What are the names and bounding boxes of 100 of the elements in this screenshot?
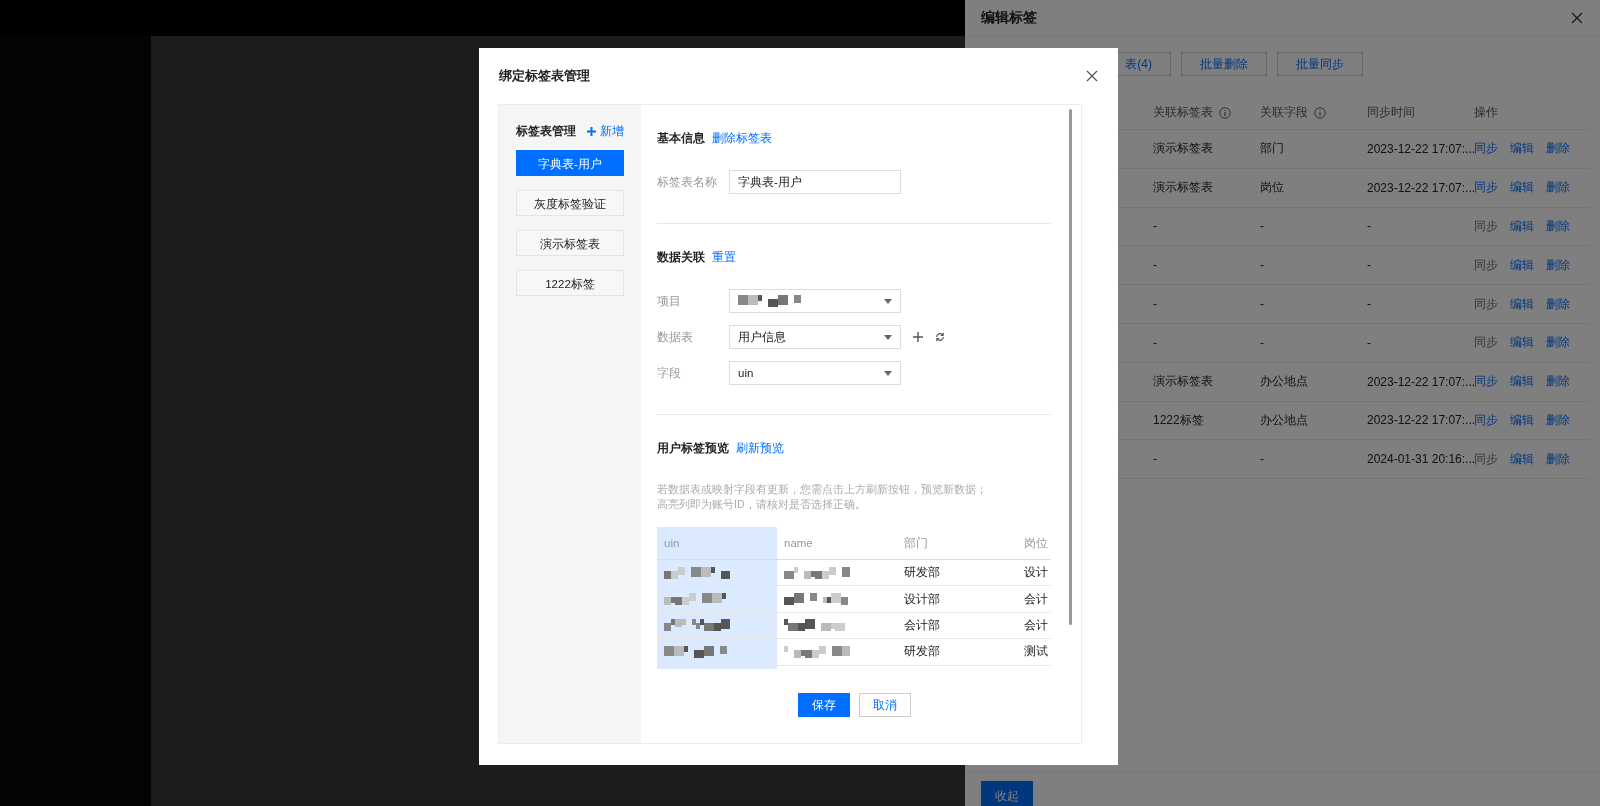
table-cell: 2024-01-31 20:16:... [1367, 452, 1474, 467]
column-header: 岗位 [1023, 535, 1049, 551]
tag-table-item[interactable]: 演示标签表 [516, 230, 624, 256]
table-cell-text: - [1260, 335, 1265, 350]
table-cell-text: - [1367, 219, 1372, 234]
action-link[interactable]: 同步 [1474, 373, 1498, 391]
table-cell-text: - [1153, 258, 1158, 273]
table-cell-text: - [1153, 219, 1158, 234]
refresh-icon[interactable] [935, 332, 945, 342]
column-header: 操作 [1474, 104, 1498, 121]
delete-table-link[interactable]: 删除标签表 [712, 130, 772, 146]
tag-table-item[interactable]: 灰度标签验证 [516, 190, 624, 216]
pixelated-value [664, 645, 730, 658]
info-icon[interactable] [1219, 106, 1231, 119]
pixelated-value [664, 566, 730, 579]
plus-icon [587, 126, 596, 136]
table-cell-text: 部门 [1260, 140, 1285, 158]
caret-down-icon [884, 334, 892, 340]
table-cell-text: 会计 [1023, 617, 1049, 633]
select-field[interactable]: uin [729, 361, 901, 385]
action-link[interactable]: 编辑 [1510, 179, 1534, 197]
cancel-button[interactable]: 取消 [858, 693, 911, 717]
table-cell-text: - [1367, 335, 1372, 350]
table-cell: 2023-12-22 17:07:... [1367, 413, 1474, 428]
section-heading: 基本信息 [657, 130, 705, 146]
toolbar-button[interactable]: 批量删除 [1181, 52, 1267, 76]
close-icon[interactable] [1086, 70, 1098, 82]
action-link[interactable]: 删除 [1546, 218, 1570, 235]
collapse-button[interactable]: 收起 [981, 781, 1033, 806]
dialog-title: 绑定标签表管理 [499, 67, 590, 85]
hint-text: 若数据表或映射字段有更新，您需点击上方刷新按钮，预览新数据； [657, 482, 988, 497]
select-field[interactable]: 用户信息 [729, 325, 901, 349]
table-cell-text: - [1367, 297, 1372, 312]
table-cell: 2023-12-22 17:07:... [1367, 141, 1474, 156]
action-link[interactable]: 删除 [1546, 179, 1570, 197]
column-header: 同步时间 [1367, 104, 1415, 121]
table-cell: 2023-12-22 17:07:... [1367, 374, 1474, 389]
table-cell-text: 1222标签 [1153, 411, 1205, 429]
tag-table-item[interactable]: 字典表-用户 [516, 150, 624, 176]
scrollbar-thumb[interactable] [1069, 109, 1072, 625]
plus-icon[interactable] [913, 332, 923, 342]
pixelated-value [784, 593, 850, 606]
action-link[interactable]: 编辑 [1510, 295, 1534, 313]
select-field[interactable] [729, 289, 901, 313]
action-link[interactable]: 同步 [1474, 140, 1498, 158]
column-header: uin [657, 527, 777, 559]
action-link[interactable]: 删除 [1546, 140, 1570, 158]
action-link[interactable]: 同步 [1474, 411, 1498, 429]
input-field[interactable]: 字典表-用户 [729, 170, 901, 194]
action-link[interactable]: 编辑 [1510, 334, 1534, 352]
table-cell-text: - [1367, 258, 1372, 273]
action-link[interactable]: 删除 [1546, 450, 1570, 468]
table-cell-text: - [1153, 297, 1158, 312]
table-cell-text: 岗位 [1260, 179, 1285, 197]
action-link[interactable]: 编辑 [1510, 373, 1534, 391]
table-cell-text: 研发部 [903, 565, 941, 581]
table-cell-text: 演示标签表 [1153, 179, 1214, 197]
table-cell-text: 演示标签表 [1153, 140, 1214, 158]
caret-down-icon [884, 298, 892, 304]
table-cell-text: 研发部 [903, 644, 941, 660]
action-link[interactable]: 删除 [1546, 295, 1570, 313]
tag-table-item[interactable]: 1222标签 [516, 270, 624, 296]
close-icon[interactable] [1571, 12, 1583, 24]
toolbar-button[interactable]: 批量同步 [1277, 52, 1363, 76]
table-cell-text: 测试 [1023, 644, 1049, 660]
table-cell-text: - [1153, 335, 1158, 350]
field-label: 项目 [657, 293, 682, 309]
column-header: 关联标签表 [1153, 104, 1213, 121]
drawer-title: 编辑标签 [981, 9, 1037, 27]
action-link[interactable]: 删除 [1546, 373, 1570, 391]
table-cell-text: 会计 [1023, 591, 1049, 607]
table-cell-text: 办公地点 [1260, 411, 1309, 429]
column-header: name [783, 536, 814, 551]
column-header: 关联字段 [1260, 104, 1308, 121]
caret-down-icon [884, 370, 892, 376]
info-icon[interactable] [1314, 106, 1326, 119]
reset-link[interactable]: 重置 [712, 249, 736, 265]
field-label: 数据表 [657, 329, 694, 345]
add-link[interactable]: 新增 [587, 123, 624, 139]
table-cell-text: - [1153, 452, 1158, 467]
field-label: 标签表名称 [657, 174, 718, 190]
panel-heading: 标签表管理 [516, 123, 576, 139]
pixelated-value [784, 566, 850, 579]
action-link[interactable]: 编辑 [1510, 256, 1534, 274]
action-link[interactable]: 编辑 [1510, 450, 1534, 468]
table-cell-text: 会计部 [903, 617, 941, 633]
refresh-preview-link[interactable]: 刷新预览 [736, 440, 784, 456]
section-heading: 用户标签预览 [657, 440, 729, 456]
action-link[interactable]: 删除 [1546, 411, 1570, 429]
field-label: 字段 [657, 365, 682, 381]
action-link[interactable]: 编辑 [1510, 140, 1534, 158]
action-link[interactable]: 删除 [1546, 334, 1570, 352]
action-link[interactable]: 编辑 [1510, 218, 1534, 235]
action-link[interactable]: 编辑 [1510, 411, 1534, 429]
action-link[interactable]: 同步 [1474, 179, 1498, 197]
table-cell-text: - [1260, 258, 1265, 273]
action-link[interactable]: 删除 [1546, 256, 1570, 274]
section-heading: 数据关联 [657, 249, 705, 265]
save-button[interactable]: 保存 [797, 693, 850, 717]
table-cell-text: - [1260, 452, 1265, 467]
